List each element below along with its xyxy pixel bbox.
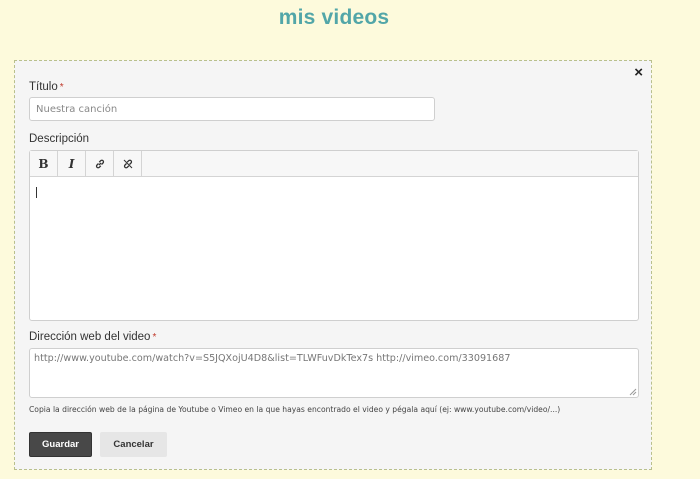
url-label-text: Dirección web del video — [29, 331, 151, 343]
description-textarea[interactable] — [30, 177, 638, 320]
editor-toolbar: B I — [30, 151, 638, 177]
link-icon-glyph — [95, 159, 104, 168]
url-label: Dirección web del video * — [29, 331, 156, 343]
title-input[interactable] — [29, 97, 435, 121]
unlink-icon[interactable] — [114, 151, 142, 176]
video-form-panel: × Título* Descripción B I — [14, 60, 652, 470]
help-text: Copia la dirección web de la página de Y… — [29, 405, 561, 414]
required-mark: * — [152, 332, 157, 343]
video-url-input[interactable] — [29, 348, 639, 398]
unlink-icon-glyph — [123, 159, 132, 168]
cancel-button[interactable]: Cancelar — [100, 432, 167, 457]
text-caret — [36, 187, 37, 198]
resize-handle-icon[interactable] — [629, 388, 637, 396]
title-label-text: Título — [29, 81, 58, 93]
description-editor: B I — [29, 150, 639, 321]
required-mark: * — [59, 82, 64, 93]
link-icon[interactable] — [86, 151, 114, 176]
close-icon[interactable]: × — [634, 65, 643, 80]
italic-icon[interactable]: I — [58, 151, 86, 176]
page-title: mis videos — [278, 6, 390, 29]
title-label: Título * — [29, 81, 64, 93]
bold-icon[interactable]: B — [30, 151, 58, 176]
description-label: Descripción — [29, 133, 90, 145]
save-button[interactable]: Guardar — [29, 432, 92, 457]
